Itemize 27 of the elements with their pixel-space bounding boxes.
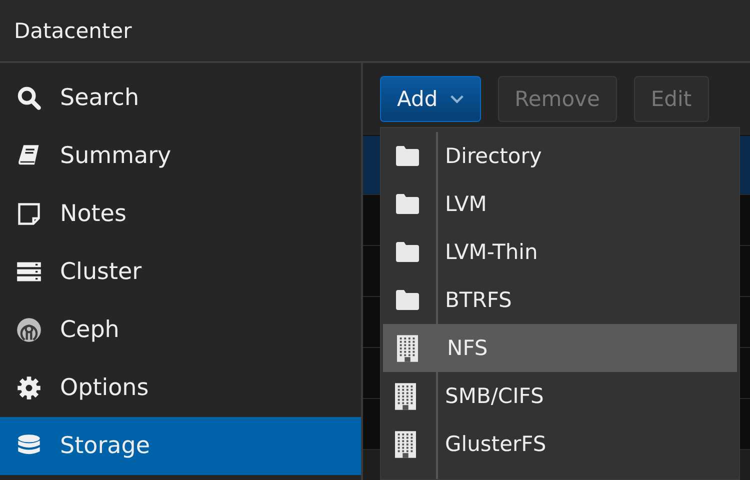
menu-item[interactable]: LVM-Thin bbox=[381, 228, 739, 276]
folder-icon bbox=[394, 241, 420, 263]
building-icon bbox=[395, 382, 416, 410]
sidebar-item[interactable]: Notes bbox=[0, 185, 361, 243]
search-icon bbox=[16, 85, 42, 111]
settings-icon bbox=[16, 375, 42, 401]
menu-item[interactable]: LVM bbox=[381, 180, 739, 228]
folder-icon bbox=[394, 193, 420, 215]
sidebar-item[interactable]: Search bbox=[0, 69, 361, 127]
building-icon bbox=[397, 334, 418, 362]
add-dropdown-button[interactable]: Add bbox=[380, 76, 481, 122]
menu-item[interactable]: NFS bbox=[383, 324, 737, 372]
menu-item[interactable]: GlusterFS bbox=[381, 420, 739, 468]
sidebar-item[interactable]: Cluster bbox=[0, 243, 361, 301]
sidebar-item[interactable]: Ceph bbox=[0, 301, 361, 359]
datacenter-title: Datacenter bbox=[14, 18, 132, 42]
menu-item[interactable]: SMB/CIFS bbox=[381, 372, 739, 420]
building-icon bbox=[395, 430, 416, 458]
folder-icon bbox=[394, 145, 420, 167]
sidebar-item[interactable]: Storage bbox=[0, 417, 361, 475]
caret-icon bbox=[450, 94, 464, 104]
note-icon bbox=[16, 201, 42, 227]
sidebar-item[interactable]: Options bbox=[0, 359, 361, 417]
menu-item[interactable]: BTRFS bbox=[381, 276, 739, 324]
menu-item[interactable]: Directory bbox=[381, 132, 739, 180]
folder-icon bbox=[394, 289, 420, 311]
sidebar-item[interactable]: Summary bbox=[0, 127, 361, 185]
